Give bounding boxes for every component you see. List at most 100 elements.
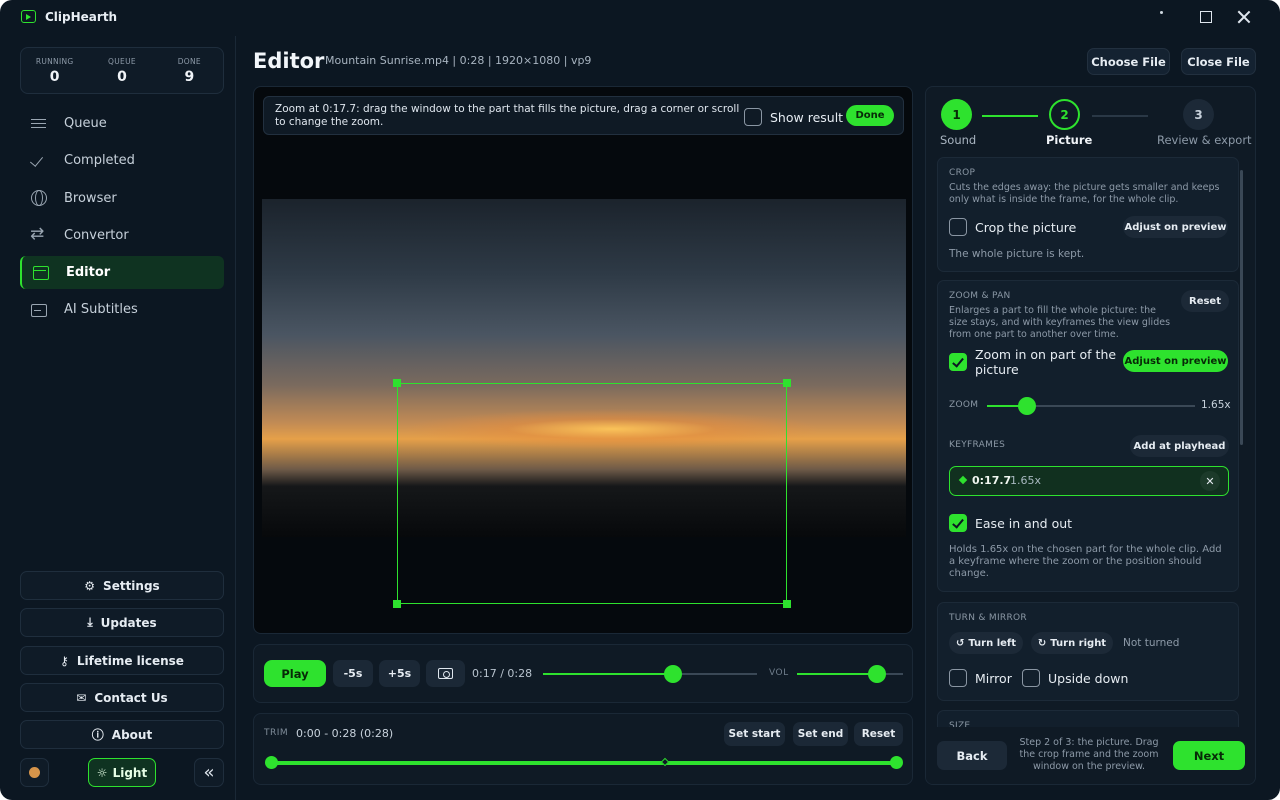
sidebar-item-queue[interactable]: Queue — [20, 107, 224, 140]
keyframes-label: KEYFRAMES — [949, 440, 1006, 450]
trim-start-handle[interactable] — [265, 756, 278, 769]
back-5s-button[interactable]: -5s — [333, 660, 373, 687]
turn-right-label: Turn right — [1050, 637, 1107, 649]
mirror-checkbox[interactable] — [949, 669, 967, 687]
sidebar-item-convertor[interactable]: Convertor — [20, 219, 224, 252]
zoom-toggle[interactable]: Zoom in on part of the picture — [949, 347, 1119, 377]
turn-left-label: Turn left — [968, 637, 1017, 649]
turn-left-button[interactable]: ↺ Turn left — [949, 632, 1023, 654]
sun-icon: ☼ — [96, 765, 108, 780]
crop-description: Cuts the edges away: the picture gets sm… — [949, 182, 1220, 205]
trim-slider[interactable] — [265, 756, 903, 769]
mirror-toggle[interactable]: Mirror — [949, 669, 1012, 687]
seek-fill — [543, 673, 673, 675]
zoom-window-frame[interactable] — [393, 379, 791, 608]
menu-dot-icon[interactable] — [1160, 11, 1163, 14]
settings-button[interactable]: ⚙ Settings — [20, 571, 224, 600]
zoom-hint-bar: Zoom at 0:17.7: drag the window to the p… — [263, 96, 904, 135]
zoom-note: Holds 1.65x on the chosen part for the w… — [949, 544, 1222, 579]
zoom-adjust-button[interactable]: Adjust on preview — [1123, 350, 1228, 372]
lifetime-license-button[interactable]: ⚷ Lifetime license — [20, 646, 224, 675]
trim-range: 0:00 - 0:28 (0:28) — [296, 727, 394, 740]
step-2-circle[interactable]: 2 — [1049, 99, 1080, 130]
set-start-button[interactable]: Set start — [724, 722, 785, 746]
step-2-label: Picture — [1046, 133, 1093, 147]
show-result-checkbox[interactable] — [744, 108, 762, 126]
zoom-reset-button[interactable]: Reset — [1181, 290, 1229, 312]
crop-checkbox[interactable] — [949, 218, 967, 236]
step-indicator: 1 Sound 2 Picture 3 Review & export — [926, 87, 1255, 157]
timecode: 0:17 / 0:28 — [472, 667, 533, 680]
forward-5s-button[interactable]: +5s — [379, 660, 420, 687]
seek-knob[interactable] — [663, 665, 682, 683]
next-button[interactable]: Next — [1173, 741, 1245, 770]
app-logo-icon — [21, 10, 36, 23]
trim-label: TRIM — [264, 728, 289, 738]
download-icon: ⤓ — [87, 615, 93, 629]
resize-handle-top-right[interactable] — [783, 379, 791, 387]
sidebar-item-label: Browser — [64, 190, 117, 206]
about-button[interactable]: ⓘ About — [20, 720, 224, 749]
sidebar-item-label: AI Subtitles — [64, 302, 138, 318]
volume-knob[interactable] — [867, 665, 886, 683]
turn-mirror-section: TURN & MIRROR ↺ Turn left ↻ Turn right N… — [937, 602, 1239, 701]
stat-value: 0 — [117, 69, 127, 85]
sidebar-item-ai-subtitles[interactable]: AI Subtitles — [20, 293, 224, 326]
crop-toggle[interactable]: Crop the picture — [949, 218, 1076, 236]
file-meta: Mountain Sunrise.mp4 | 0:28 | 1920×1080 … — [325, 54, 592, 67]
sidebar-item-completed[interactable]: Completed — [20, 144, 224, 177]
app-title: ClipHearth — [45, 10, 118, 24]
crop-adjust-button[interactable]: Adjust on preview — [1123, 216, 1228, 238]
maximize-icon[interactable] — [1200, 11, 1212, 23]
ease-checkbox[interactable] — [949, 514, 967, 532]
resize-handle-bottom-left[interactable] — [393, 600, 401, 608]
add-keyframe-button[interactable]: Add at playhead — [1130, 435, 1229, 457]
video-preview: Zoom at 0:17.7: drag the window to the p… — [253, 86, 913, 634]
volume-slider[interactable] — [797, 665, 903, 683]
close-file-button[interactable]: Close File — [1181, 48, 1256, 75]
ease-toggle[interactable]: Ease in and out — [949, 514, 1072, 532]
trim-reset-button[interactable]: Reset — [854, 722, 903, 746]
resize-handle-top-left[interactable] — [393, 379, 401, 387]
keyframe-item[interactable]: 0:17.7 1.65x ✕ — [949, 466, 1229, 496]
cookie-icon — [29, 767, 40, 778]
updates-button[interactable]: ⤓ Updates — [20, 608, 224, 637]
choose-file-button[interactable]: Choose File — [1087, 48, 1170, 75]
zoom-pan-title: ZOOM & PAN — [949, 291, 1011, 301]
zoom-checkbox[interactable] — [949, 353, 967, 371]
turn-right-button[interactable]: ↻ Turn right — [1031, 632, 1113, 654]
show-result-toggle[interactable]: Show result — [744, 108, 843, 126]
resize-handle-bottom-right[interactable] — [783, 600, 791, 608]
zoom-value: 1.65x — [1201, 399, 1231, 411]
delete-keyframe-icon[interactable]: ✕ — [1200, 471, 1220, 491]
step-1-circle[interactable]: 1 — [941, 99, 972, 130]
sidebar-item-editor[interactable]: Editor — [20, 256, 224, 290]
upside-down-checkbox[interactable] — [1022, 669, 1040, 687]
trim-end-handle[interactable] — [890, 756, 903, 769]
zoom-knob[interactable] — [1017, 397, 1036, 415]
sidebar-item-browser[interactable]: Browser — [20, 182, 224, 215]
theme-toggle-button[interactable]: ☼ Light — [88, 758, 156, 787]
step-3-circle[interactable]: 3 — [1183, 99, 1214, 130]
done-button[interactable]: Done — [846, 105, 894, 126]
crop-title: CROP — [949, 168, 976, 178]
set-end-button[interactable]: Set end — [793, 722, 848, 746]
zoom-slider[interactable] — [987, 397, 1195, 415]
play-button[interactable]: Play — [264, 660, 326, 687]
crop-section: CROP Cuts the edges away: the picture ge… — [937, 157, 1239, 272]
seek-slider[interactable] — [543, 665, 757, 683]
stat-value: 0 — [49, 69, 60, 85]
zoom-hint-text: Zoom at 0:17.7: drag the window to the p… — [275, 103, 740, 128]
license-label: Lifetime license — [76, 653, 184, 668]
close-window-icon[interactable] — [1236, 9, 1252, 25]
back-button[interactable]: Back — [937, 741, 1007, 770]
collapse-sidebar-button[interactable]: « — [194, 758, 224, 787]
keyframe-diamond-icon — [958, 475, 968, 485]
contact-us-button[interactable]: ✉ Contact Us — [20, 683, 224, 712]
snapshot-button[interactable] — [426, 660, 465, 687]
upside-down-toggle[interactable]: Upside down — [1022, 669, 1128, 687]
contact-label: Contact Us — [94, 690, 168, 705]
cookie-button[interactable] — [20, 758, 49, 787]
about-label: About — [111, 727, 153, 742]
panel-scrollbar[interactable] — [1240, 170, 1243, 445]
